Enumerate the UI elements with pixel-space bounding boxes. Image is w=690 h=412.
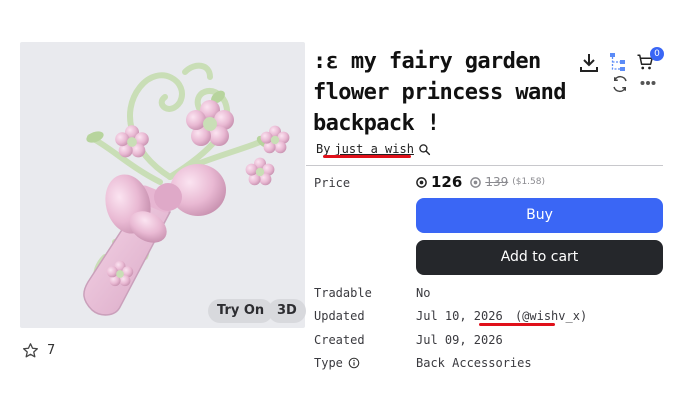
- robux-icon: [416, 176, 427, 188]
- try-on-button[interactable]: Try On: [208, 299, 274, 323]
- info-icon[interactable]: [348, 357, 360, 369]
- wand-image: [83, 62, 290, 316]
- updated-label: Updated: [314, 309, 365, 323]
- download-icon[interactable]: [579, 52, 599, 74]
- star-outline-icon: [22, 343, 39, 358]
- creator-byline: By just a wish: [316, 142, 431, 156]
- title-line: flower princess wand: [313, 80, 567, 105]
- item-title: :ε my fairy garden flower princess wand …: [313, 46, 568, 139]
- divider: [306, 165, 663, 166]
- title-line: :ε my fairy garden: [313, 49, 541, 74]
- price-original: 139: [485, 175, 509, 189]
- annotation-underline: [479, 323, 555, 326]
- robux-icon: [470, 176, 482, 188]
- updated-by[interactable]: (@wishv_x): [515, 309, 587, 323]
- updated-date: Jul 10, 2026: [416, 309, 503, 323]
- type-label-text: Type: [314, 356, 343, 370]
- price-label: Price: [314, 176, 351, 190]
- title-line: backpack !: [313, 111, 440, 136]
- 3d-view-button[interactable]: 3D: [268, 299, 306, 323]
- type-label: Type: [314, 356, 360, 370]
- buy-button[interactable]: Buy: [416, 198, 663, 233]
- by-prefix: By: [316, 142, 331, 156]
- price: 126 139 ($1.58): [416, 173, 545, 191]
- refresh-icon[interactable]: [611, 75, 629, 93]
- created-value: Jul 09, 2026: [416, 333, 503, 347]
- type-value: Back Accessories: [416, 356, 532, 370]
- favorite-control[interactable]: 7: [22, 342, 55, 359]
- favorite-count: 7: [47, 343, 56, 358]
- updated-value: Jul 10, 2026 (@wishv_x): [416, 309, 587, 323]
- add-to-cart-button[interactable]: Add to cart: [416, 240, 663, 275]
- hierarchy-icon[interactable]: [609, 52, 627, 72]
- search-icon[interactable]: [418, 143, 431, 156]
- price-current: 126: [431, 173, 463, 191]
- tradable-label: Tradable: [314, 286, 372, 300]
- price-usd: ($1.58): [512, 177, 546, 187]
- created-label: Created: [314, 333, 365, 347]
- creator-link[interactable]: just a wish: [334, 142, 413, 156]
- annotation-underline: [323, 155, 411, 158]
- cart-count-badge: 0: [650, 47, 664, 61]
- item-thumbnail[interactable]: [20, 42, 305, 328]
- tradable-value: No: [416, 286, 431, 300]
- more-icon[interactable]: [640, 80, 656, 86]
